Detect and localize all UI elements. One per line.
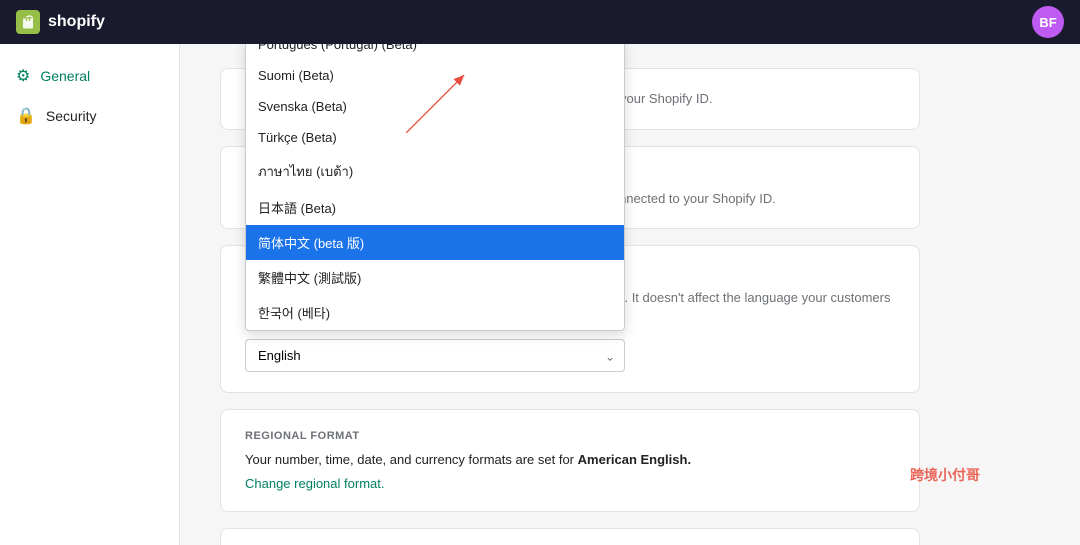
topbar-right: BF <box>1032 6 1064 38</box>
lang-item[interactable]: 简体中文 (beta 版) <box>246 225 624 260</box>
sidebar: ⚙ General 🔒 Security <box>0 44 180 545</box>
regional-format-label: REGIONAL FORMAT <box>245 430 895 442</box>
regional-desc-text: Your number, time, date, and currency fo… <box>245 452 574 467</box>
regional-locale: American English. <box>578 452 691 467</box>
regional-format-desc: Your number, time, date, and currency fo… <box>245 450 895 470</box>
change-regional-link[interactable]: Change regional format. <box>245 476 384 491</box>
lang-item[interactable]: 한국어 (베타) <box>246 295 624 330</box>
sidebar-label-general: General <box>40 68 90 84</box>
sidebar-item-general[interactable]: ⚙ General <box>0 56 179 96</box>
lang-item[interactable]: 日本語 (Beta) <box>246 190 624 225</box>
sidebar-item-security[interactable]: 🔒 Security <box>0 96 179 136</box>
lang-item[interactable]: Türkçe (Beta) <box>246 122 624 153</box>
logo-text: shopify <box>48 13 105 31</box>
preferred-lang-section: Preferred language When you're logged in… <box>220 245 920 393</box>
language-select-wrapper[interactable]: English <box>245 339 625 372</box>
lang-item[interactable]: Português (Portugal) (Beta) <box>246 44 624 60</box>
logo[interactable]: shopify <box>16 10 105 34</box>
timezone-section: Timezone Timezone This is the timezone f… <box>220 528 920 545</box>
language-dropdown-container: Deutsch (Beta)Đồng Việt Nam (Beta)Englis… <box>245 339 895 372</box>
security-icon: 🔒 <box>16 106 36 126</box>
watermark: 跨境小付哥 <box>910 465 980 485</box>
lang-item[interactable]: 繁體中文 (測試版) <box>246 260 624 295</box>
language-dropdown-popup: Deutsch (Beta)Đồng Việt Nam (Beta)Englis… <box>245 44 625 331</box>
language-select[interactable]: English <box>245 339 625 372</box>
sidebar-label-security: Security <box>46 108 97 124</box>
topbar: shopify BF <box>0 0 1080 44</box>
lang-item[interactable]: Svenska (Beta) <box>246 91 624 122</box>
regional-format-section: REGIONAL FORMAT Your number, time, date,… <box>220 409 920 512</box>
shopify-bag-icon <box>16 10 40 34</box>
avatar[interactable]: BF <box>1032 6 1064 38</box>
lang-item[interactable]: Suomi (Beta) <box>246 60 624 91</box>
lang-item[interactable]: ภาษาไทย (เบต้า) <box>246 153 624 190</box>
general-icon: ⚙ <box>16 66 30 86</box>
language-list[interactable]: Deutsch (Beta)Đồng Việt Nam (Beta)Englis… <box>246 44 624 330</box>
